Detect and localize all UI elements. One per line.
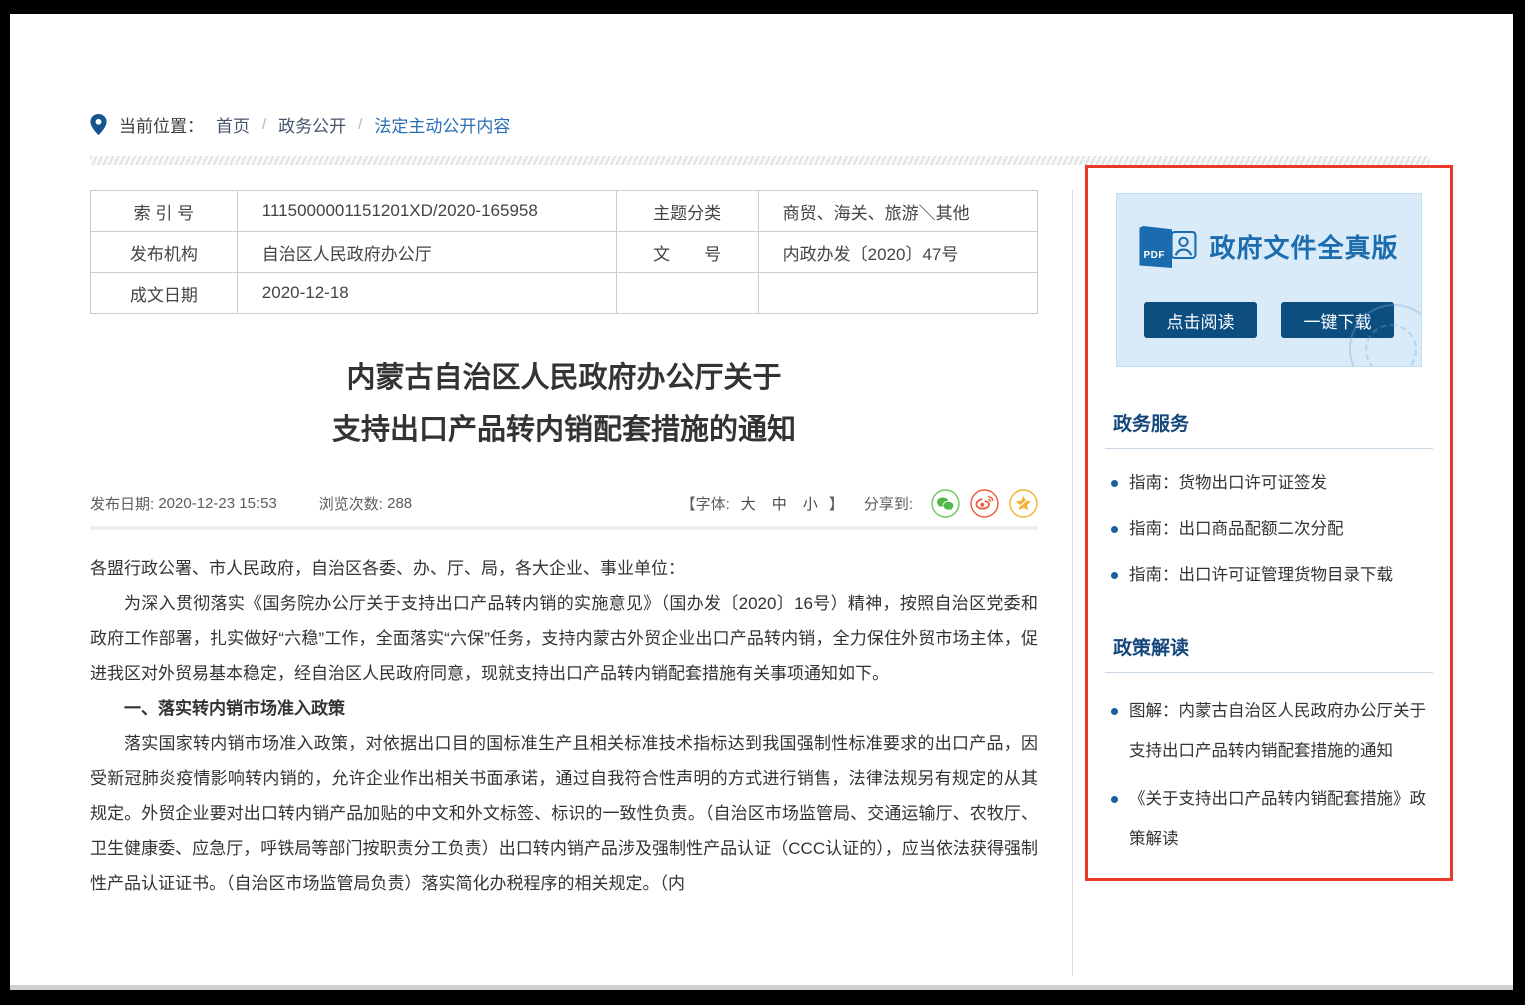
empty-cell <box>758 273 1037 314</box>
services-section: 政务服务 指南：货物出口许可证签发 指南：出口商品配额二次分配 指南：出口许可证… <box>1105 409 1433 591</box>
font-size-prefix: 【字体: <box>681 493 730 514</box>
doc-table-row: 发布机构 自治区人民政府办公厅 文 号 内政办发〔2020〕47号 <box>91 232 1038 273</box>
index-number-value: 1115000001151201XD/2020-165958 <box>237 191 616 232</box>
doc-number-value: 内政办发〔2020〕47号 <box>758 232 1037 273</box>
section-divider <box>1105 448 1433 449</box>
page-title-line2: 支持出口产品转内销配套措施的通知 <box>90 404 1038 456</box>
decorative-pattern <box>1365 324 1417 367</box>
article-section-heading: 一、落实转内销市场准入政策 <box>90 691 1038 726</box>
meta-divider <box>90 526 1038 530</box>
doc-table-row: 成文日期 2020-12-18 <box>91 273 1038 314</box>
written-date-label: 成文日期 <box>91 273 238 314</box>
breadcrumb-label: 当前位置： <box>119 112 204 137</box>
doc-info-table: 索 引 号 1115000001151201XD/2020-165958 主题分… <box>90 190 1038 314</box>
topic-category-value: 商贸、海关、旅游＼其他 <box>758 191 1037 232</box>
services-heading: 政务服务 <box>1105 409 1433 436</box>
interpretation-link-item[interactable]: 《关于支持出口产品转内销配套措施》政策解读 <box>1105 779 1433 859</box>
topic-category-label: 主题分类 <box>616 191 758 232</box>
article-paragraph: 为深入贯彻落实《国务院办公厅关于支持出口产品转内销的实施意见》（国办发〔2020… <box>90 586 1038 691</box>
empty-cell <box>616 273 758 314</box>
breadcrumb-separator: / <box>358 116 362 133</box>
sidebar-highlight-box: PDF 政府文件全真版 点击阅读 一键下载 政务服务 指南：货物出口许可证签发 <box>1085 165 1453 881</box>
qzone-star-share-icon[interactable] <box>1009 489 1038 518</box>
font-size-medium-button[interactable]: 中 <box>767 493 792 514</box>
page-title-line1: 内蒙古自治区人民政府办公厅关于 <box>90 352 1038 404</box>
article-meta-row: 发布日期: 2020-12-23 15:53 浏览次数: 288 【字体: 大 … <box>90 486 1038 520</box>
wechat-share-icon[interactable] <box>931 489 960 518</box>
article-salutation: 各盟行政公署、市人民政府，自治区各委、办、厅、局，各大企业、事业单位： <box>90 551 1038 586</box>
written-date-value: 2020-12-18 <box>237 273 616 314</box>
interpretation-link-item[interactable]: 图解：内蒙古自治区人民政府办公厅关于支持出口产品转内销配套措施的通知 <box>1105 691 1433 771</box>
font-size-large-button[interactable]: 大 <box>736 493 761 514</box>
breadcrumb-link-current[interactable]: 法定主动公开内容 <box>374 112 510 137</box>
hatched-divider <box>90 156 1430 165</box>
pdf-reader-icon: PDF <box>1139 224 1197 268</box>
breadcrumb: 当前位置： 首页 / 政务公开 / 法定主动公开内容 <box>90 112 510 137</box>
views-value: 288 <box>387 495 412 512</box>
page: 当前位置： 首页 / 政务公开 / 法定主动公开内容 索 引 号 1115000… <box>10 14 1513 990</box>
policy-interpretation-heading: 政策解读 <box>1105 633 1433 660</box>
bullet-dot-icon <box>1111 572 1118 579</box>
location-pin-icon <box>90 114 107 135</box>
content-sidebar-divider <box>1072 190 1073 976</box>
font-size-small-button[interactable]: 小 <box>798 493 823 514</box>
pdf-full-version-card: PDF 政府文件全真版 点击阅读 一键下载 <box>1116 193 1422 367</box>
breadcrumb-link-zhengwugongkai[interactable]: 政务公开 <box>278 112 346 137</box>
article-paragraph: 落实国家转内销市场准入政策，对依据出口目的国标准生产且相关标准技术指标达到我国强… <box>90 726 1038 901</box>
doc-table-row: 索 引 号 1115000001151201XD/2020-165958 主题分… <box>91 191 1038 232</box>
breadcrumb-separator: / <box>262 116 266 133</box>
policy-interpretation-section: 政策解读 图解：内蒙古自治区人民政府办公厅关于支持出口产品转内销配套措施的通知 … <box>1105 633 1433 859</box>
issuing-agency-value: 自治区人民政府办公厅 <box>237 232 616 273</box>
section-divider <box>1105 672 1433 673</box>
service-link-item[interactable]: 指南：货物出口许可证签发 <box>1105 467 1433 499</box>
bullet-dot-icon <box>1111 708 1118 715</box>
doc-number-label: 文 号 <box>616 232 758 273</box>
breadcrumb-link-home[interactable]: 首页 <box>216 112 250 137</box>
bullet-dot-icon <box>1111 526 1118 533</box>
weibo-share-icon[interactable] <box>970 489 999 518</box>
share-label: 分享到: <box>864 493 913 514</box>
pdf-card-title: 政府文件全真版 <box>1209 228 1398 265</box>
bullet-dot-icon <box>1111 480 1118 487</box>
font-size-suffix: 】 <box>829 493 844 514</box>
index-number-label: 索 引 号 <box>91 191 238 232</box>
publish-date-value: 2020-12-23 15:53 <box>158 495 276 512</box>
service-link-item[interactable]: 指南：出口商品配额二次分配 <box>1105 513 1433 545</box>
bullet-dot-icon <box>1111 796 1118 803</box>
page-title: 内蒙古自治区人民政府办公厅关于 支持出口产品转内销配套措施的通知 <box>90 352 1038 456</box>
publish-date-label: 发布日期: <box>90 493 154 514</box>
page-bottom-edge <box>10 985 1513 990</box>
issuing-agency-label: 发布机构 <box>91 232 238 273</box>
read-online-button[interactable]: 点击阅读 <box>1144 302 1257 338</box>
views-label: 浏览次数: <box>319 493 383 514</box>
service-link-item[interactable]: 指南：出口许可证管理货物目录下载 <box>1105 559 1433 591</box>
article-body: 各盟行政公署、市人民政府，自治区各委、办、厅、局，各大企业、事业单位： 为深入贯… <box>90 551 1038 901</box>
